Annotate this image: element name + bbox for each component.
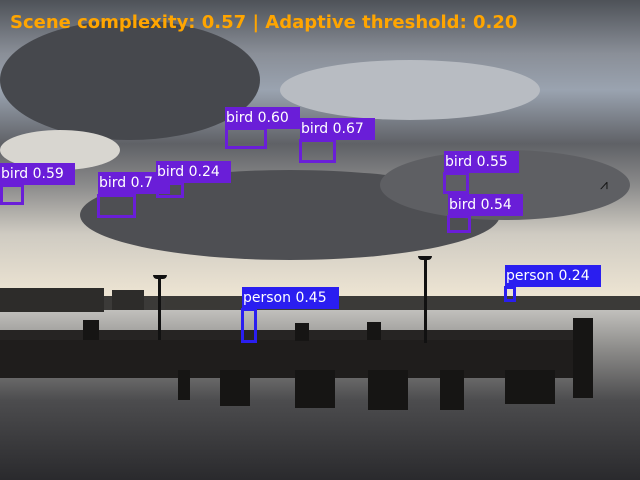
pier-leg: [178, 370, 190, 400]
pier-post: [83, 320, 99, 340]
building: [112, 290, 144, 310]
pier-leg: [295, 370, 335, 408]
lamp-post: [158, 278, 161, 340]
detection-label: bird 0.54: [448, 194, 523, 216]
cloud: [0, 20, 260, 140]
pier-post: [573, 318, 593, 398]
bounding-box: [156, 182, 184, 198]
detection-label: bird 0.60: [225, 107, 300, 129]
pier: [0, 338, 580, 378]
detection-label: bird 0.67: [300, 118, 375, 140]
lamp-post: [424, 258, 427, 343]
building: [0, 288, 104, 312]
pier-leg: [440, 370, 464, 410]
bounding-box: [225, 127, 267, 149]
detection-label: bird 0.55: [444, 151, 519, 173]
bounding-box: [443, 172, 469, 194]
bird-silhouette: ⩘: [600, 177, 608, 193]
bounding-box: [447, 215, 471, 233]
detection-label: person 0.24: [505, 265, 601, 287]
bounding-box: [299, 139, 336, 163]
bounding-box: [97, 194, 136, 218]
bounding-box: [0, 184, 24, 205]
detection-label: bird 0.59: [0, 163, 75, 185]
pier-leg: [368, 370, 408, 410]
lamp-head: [418, 256, 432, 260]
scene-complexity-header: Scene complexity: 0.57 | Adaptive thresh…: [10, 12, 518, 33]
bounding-box: [241, 308, 257, 343]
detection-label: bird 0.24: [156, 161, 231, 183]
detection-label: person 0.45: [242, 287, 339, 309]
bounding-box: [504, 286, 516, 302]
pier-post: [295, 323, 309, 341]
lamp-head: [153, 275, 167, 279]
building: [165, 297, 220, 309]
pier-leg: [220, 370, 250, 406]
pier-leg: [505, 370, 555, 404]
cloud: [280, 60, 540, 120]
pier-post: [367, 322, 381, 340]
